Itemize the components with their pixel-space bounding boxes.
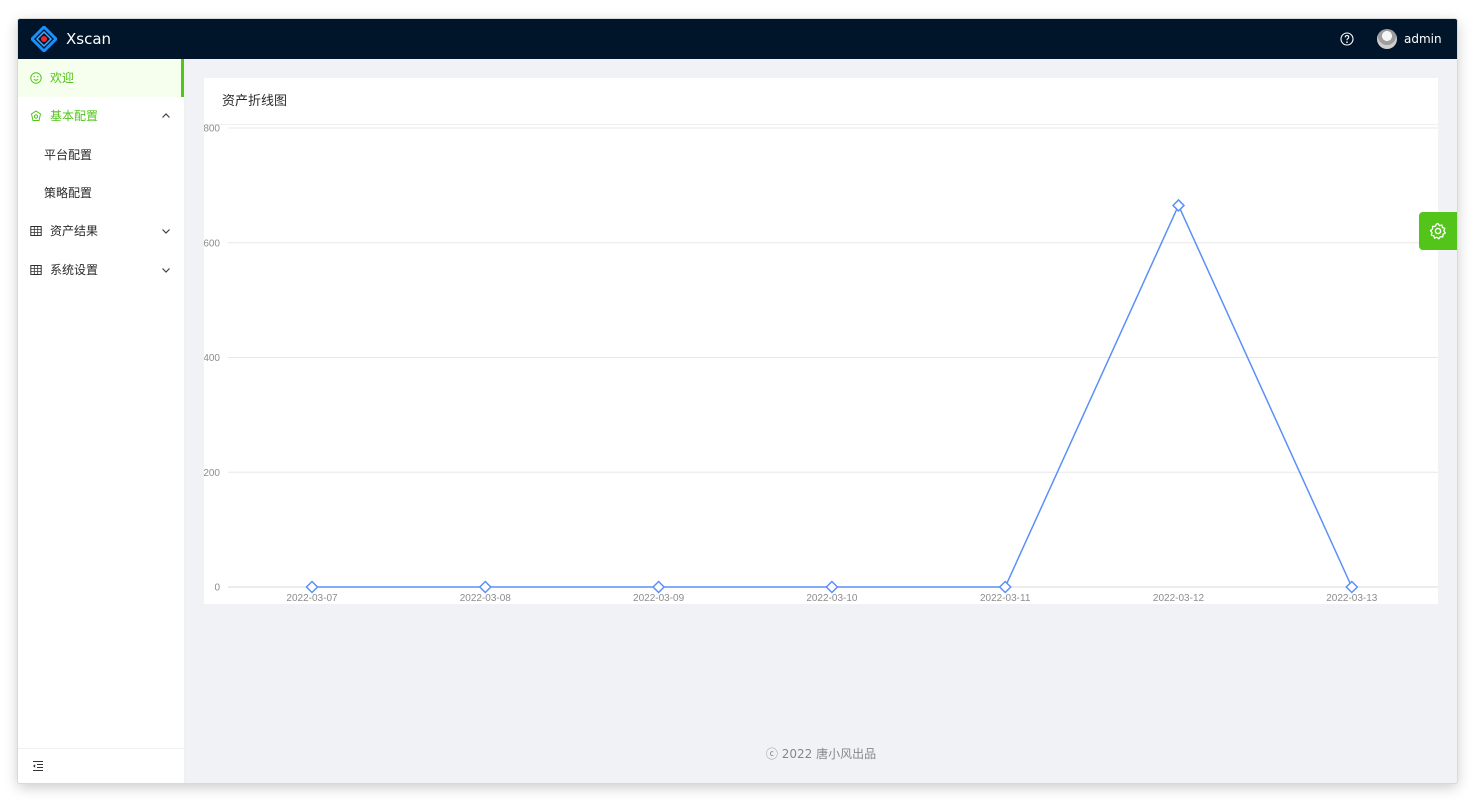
app-window: Xscan admin 欢迎 基本配置 平台配置 策略配置 资产结果 系统设置 … bbox=[18, 19, 1457, 783]
data-point bbox=[998, 580, 1012, 594]
y-tick-label: 800 bbox=[204, 124, 220, 135]
setting-icon bbox=[30, 110, 42, 121]
x-tick-label: 2022-03-13 bbox=[1326, 593, 1378, 604]
sidebar-item-label: 欢迎 bbox=[50, 71, 75, 85]
y-tick-label: 400 bbox=[204, 353, 220, 364]
x-tick-label: 2022-03-08 bbox=[460, 593, 512, 604]
sidebar-footer bbox=[18, 748, 184, 783]
y-tick-label: 200 bbox=[204, 468, 220, 479]
sidebar-item-basic-config[interactable]: 基本配置 bbox=[18, 97, 184, 135]
setting-icon bbox=[1429, 222, 1446, 240]
sidebar-item-strategy-config[interactable]: 策略配置 bbox=[18, 174, 184, 212]
x-tick-label: 2022-03-10 bbox=[806, 593, 858, 604]
smile-icon bbox=[30, 72, 42, 84]
data-point bbox=[478, 580, 492, 594]
brand-title[interactable]: Xscan bbox=[66, 19, 111, 59]
chevron-down-icon bbox=[162, 268, 170, 273]
chart-card: 资产折线图 0 200 400 600 800 2022-03-07 2022-03-08 2… bbox=[204, 78, 1438, 604]
data-point bbox=[652, 580, 666, 594]
series-line bbox=[312, 203, 1353, 588]
xscan-logo-icon[interactable] bbox=[31, 26, 57, 52]
data-point bbox=[825, 580, 839, 594]
x-tick-label: 2022-03-11 bbox=[980, 593, 1031, 604]
settings-drawer-button[interactable] bbox=[1419, 212, 1457, 250]
table-icon bbox=[30, 265, 42, 275]
sidebar-item-label: 平台配置 bbox=[44, 148, 93, 162]
top-header: Xscan admin bbox=[18, 19, 1457, 59]
sidebar-item-label: 资产结果 bbox=[50, 224, 99, 238]
chevron-up-icon bbox=[162, 113, 170, 118]
y-tick-label: 0 bbox=[214, 583, 220, 594]
sidebar-item-welcome[interactable]: 欢迎 bbox=[18, 59, 184, 97]
sidebar-item-label: 策略配置 bbox=[44, 186, 93, 200]
x-tick-label: 2022-03-09 bbox=[633, 593, 685, 604]
page-footer: ⓒ 2022 唐小风出品 bbox=[765, 747, 877, 761]
chevron-down-icon bbox=[162, 229, 170, 234]
menu-fold-icon[interactable] bbox=[32, 760, 44, 772]
data-point bbox=[305, 580, 319, 594]
line-chart: 0 200 400 600 800 2022-03-07 2022-03-08 2022-03… bbox=[204, 124, 1438, 604]
y-tick-label: 600 bbox=[204, 238, 220, 249]
username[interactable]: admin bbox=[1404, 19, 1442, 59]
avatar[interactable] bbox=[1377, 29, 1397, 49]
sidebar-item-asset-results[interactable]: 资产结果 bbox=[18, 212, 184, 250]
data-point bbox=[1345, 580, 1359, 594]
table-icon bbox=[30, 226, 42, 236]
sidebar-item-system-settings[interactable]: 系统设置 bbox=[18, 251, 184, 289]
x-tick-label: 2022-03-07 bbox=[286, 593, 338, 604]
sidebar: 欢迎 基本配置 平台配置 策略配置 资产结果 系统设置 bbox=[18, 59, 185, 783]
sidebar-item-label: 系统设置 bbox=[50, 263, 99, 277]
sidebar-item-label: 基本配置 bbox=[50, 109, 99, 123]
sidebar-item-platform-config[interactable]: 平台配置 bbox=[18, 136, 184, 174]
x-tick-label: 2022-03-12 bbox=[1153, 593, 1205, 604]
question-circle-icon[interactable] bbox=[1340, 32, 1354, 46]
data-point bbox=[1171, 198, 1186, 213]
